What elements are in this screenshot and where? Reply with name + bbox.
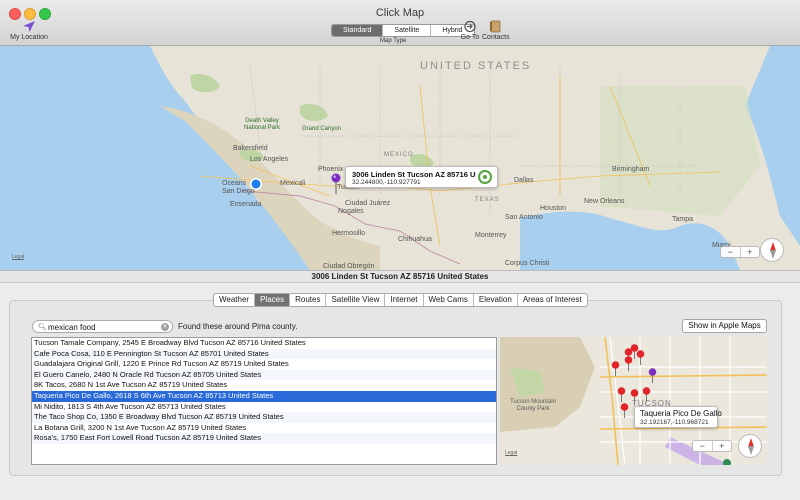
location-arrow-icon — [23, 21, 35, 32]
go-to-label: Go To — [460, 34, 480, 41]
places-search-field[interactable]: 🔍︎ ✕ — [32, 320, 173, 333]
label-birmingham: Birmingham — [612, 166, 650, 173]
gulf-of-mexico — [520, 211, 740, 270]
places-results-list[interactable]: Tucson Tamale Company, 2545 E Broadway B… — [31, 337, 497, 465]
purple-pin-icon[interactable] — [331, 173, 341, 195]
label-phoenix: Phoenix — [318, 166, 344, 173]
label-death-valley: Death Valley National Park — [243, 118, 281, 131]
tab-internet[interactable]: Internet — [385, 294, 424, 306]
contacts-label: Contacts — [482, 34, 510, 41]
places-search-input[interactable] — [48, 322, 158, 332]
my-location-button[interactable]: My Location — [10, 20, 48, 41]
search-result-summary: Found these around Pima county. — [178, 322, 298, 331]
red-pin-icon[interactable] — [617, 387, 626, 403]
list-item[interactable]: 8K Tacos, 2680 N 1st Ave Tucson AZ 85719… — [32, 380, 496, 391]
tab-places[interactable]: Places — [255, 294, 291, 306]
label-tucson-mountain-park: Tucson Mountain County Park — [510, 399, 556, 412]
places-zoom-in-button[interactable]: + — [713, 441, 732, 451]
label-monterrey: Monterrey — [475, 232, 507, 239]
label-ciudad-juarez: Ciudad Juárez — [345, 200, 391, 207]
directions-target-icon[interactable] — [478, 170, 492, 184]
map-type-standard[interactable]: Standard — [332, 25, 384, 36]
list-item-selected[interactable]: Taqueria Pico De Gallo, 2618 S 6th Ave T… — [32, 390, 496, 402]
search-icon: 🔍︎ — [38, 324, 47, 331]
label-ciudad-obregon: Ciudad Obregón — [323, 263, 375, 270]
list-item[interactable]: Guadalajara Original Grill, 1220 E Princ… — [32, 359, 496, 370]
red-pin-icon[interactable] — [630, 389, 639, 405]
label-mexicali: Mexicali — [280, 180, 306, 187]
title-bar: Click Map My Location Standard Satellite… — [0, 0, 800, 46]
red-pin-icon[interactable] — [620, 403, 629, 419]
main-map-zoom-control: − + — [720, 246, 760, 258]
contacts-book-icon — [490, 20, 501, 33]
user-location-icon — [250, 178, 262, 190]
callout-coordinates: 32.244800,-110.927791 — [352, 179, 421, 186]
app-window: Click Map My Location Standard Satellite… — [0, 0, 800, 500]
red-pin-icon[interactable] — [642, 387, 651, 403]
label-grand-canyon: Grand Canyon — [302, 126, 342, 132]
red-pin-icon[interactable] — [624, 356, 633, 372]
legal-link[interactable]: Legal — [12, 254, 24, 260]
map-type-satellite[interactable]: Satellite — [383, 25, 432, 36]
address-bar: 3006 Linden St Tucson AZ 85716 United St… — [0, 270, 800, 283]
label-texas: TEXAS — [475, 197, 500, 203]
compass-icon[interactable] — [760, 238, 784, 262]
red-pin-icon[interactable] — [611, 361, 620, 377]
mountain-park-area — [500, 337, 595, 432]
places-map-zoom-control: − + — [692, 440, 732, 452]
label-los-angeles: Los Angeles — [250, 156, 289, 163]
callout-address: 3006 Linden St Tucson AZ 85716 United St… — [352, 170, 476, 179]
map-type-label: Map Type — [380, 38, 407, 44]
place-callout-coordinates: 32.192167,-110.968721 — [640, 419, 709, 426]
my-location-label: My Location — [10, 34, 48, 41]
label-houston: Houston — [540, 205, 567, 212]
places-compass-icon[interactable] — [738, 434, 762, 458]
main-map[interactable]: UNITED STATES MEXICO Death Valley Nation… — [0, 46, 800, 270]
tab-satellite-view[interactable]: Satellite View — [326, 294, 386, 306]
tab-weather[interactable]: Weather — [214, 294, 256, 306]
red-pin-icon[interactable] — [636, 350, 645, 366]
location-callout[interactable]: 3006 Linden St Tucson AZ 85716 United St… — [345, 166, 498, 188]
list-item[interactable]: Tucson Tamale Company, 2545 E Broadway B… — [32, 338, 496, 349]
window-title: Click Map — [375, 7, 425, 19]
label-hermosillo: Hermosillo — [332, 230, 366, 237]
go-to-button[interactable]: Go To — [458, 20, 482, 41]
label-new-orleans: New Orleans — [584, 198, 625, 205]
tab-web-cams[interactable]: Web Cams — [424, 294, 474, 306]
label-chihuahua: Chihuahua — [398, 236, 432, 243]
place-callout[interactable]: Taqueria Pico De Gallo 32.192167,-110.96… — [634, 406, 722, 428]
place-callout-name: Taqueria Pico De Gallo — [640, 409, 722, 418]
purple-pin-icon[interactable] — [648, 368, 657, 384]
list-item[interactable]: Cafe Poca Cosa, 110 E Pennington St Tucs… — [32, 348, 496, 360]
label-mexico: MEXICO — [384, 152, 414, 158]
show-in-apple-maps-button[interactable]: Show in Apple Maps — [682, 319, 767, 333]
tab-areas-of-interest[interactable]: Areas of Interest — [518, 294, 587, 306]
clear-search-icon[interactable]: ✕ — [161, 323, 169, 331]
label-tampa: Tampa — [672, 216, 694, 223]
list-item[interactable]: The Taco Shop Co, 1350 E Broadway Blvd T… — [32, 412, 496, 423]
list-item[interactable]: La Botana Grill, 3200 N 1st Ave Tucson A… — [32, 423, 496, 434]
map-type-segmented-control: Standard Satellite Hybrid — [331, 24, 475, 37]
places-legal-link[interactable]: Legal — [505, 450, 517, 456]
list-item[interactable]: Mi Nidito, 1813 S 4th Ave Tucson AZ 8571… — [32, 402, 496, 413]
label-nogales: Nogales — [338, 208, 364, 215]
zoom-in-button[interactable]: + — [741, 247, 760, 257]
tab-routes[interactable]: Routes — [290, 294, 327, 306]
label-ensenada: Ensenada — [230, 201, 262, 208]
info-tabs: Weather Places Routes Satellite View Int… — [213, 293, 588, 307]
places-map[interactable]: TUCSON Tucson Mountain County Park Taque… — [500, 337, 767, 465]
label-oceans: Oceans — [222, 180, 247, 187]
zoom-out-button[interactable]: − — [721, 247, 741, 257]
places-zoom-out-button[interactable]: − — [693, 441, 713, 451]
label-san-antonio: San Antonio — [505, 214, 543, 221]
list-item[interactable]: El Guero Canelo, 2480 N Oracle Rd Tucson… — [32, 369, 496, 381]
go-to-target-icon — [464, 20, 476, 33]
tab-elevation[interactable]: Elevation — [474, 294, 518, 306]
label-united-states: UNITED STATES — [420, 60, 532, 72]
list-item[interactable]: Rosa's, 1750 East Fort Lowell Road Tucso… — [32, 433, 496, 444]
label-corpus-christi: Corpus Christi — [505, 260, 550, 267]
contacts-button[interactable]: Contacts — [482, 20, 510, 41]
label-bakersfield: Bakersfield — [233, 145, 268, 152]
label-dallas: Dallas — [514, 177, 534, 184]
